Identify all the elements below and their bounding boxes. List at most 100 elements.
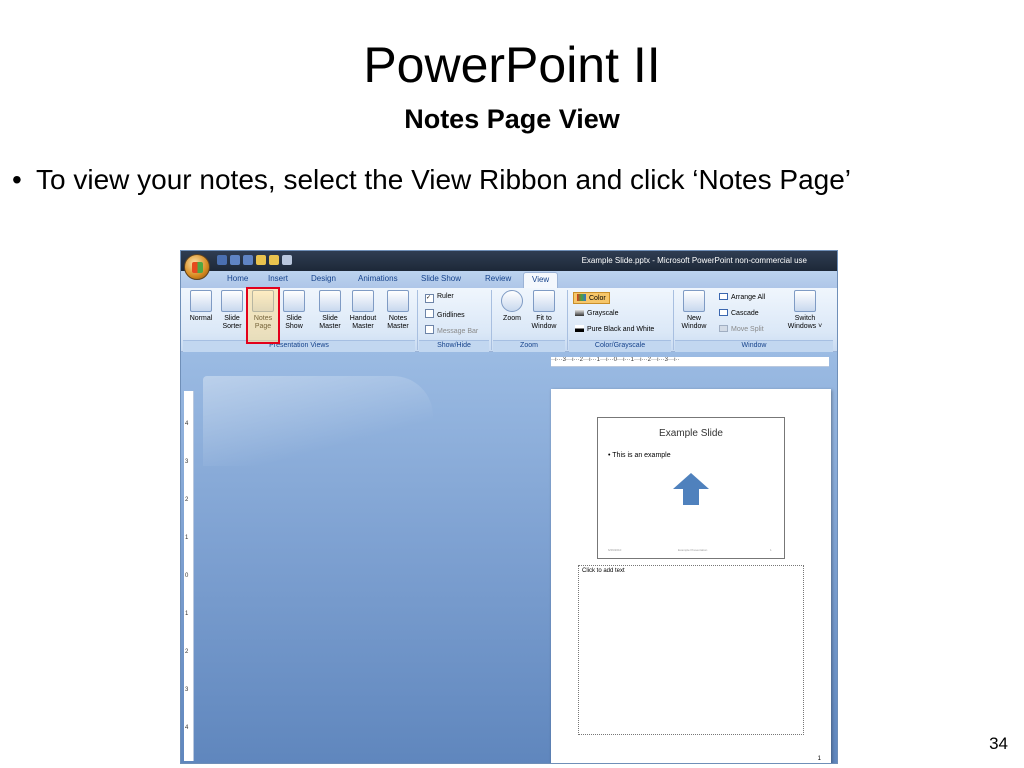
cascade-icon [719, 309, 728, 316]
ruler-number: 0 [185, 573, 189, 579]
button-label: Fit to [536, 315, 552, 322]
tab-slide-show[interactable]: Slide Show [421, 274, 461, 283]
button-label: Normal [189, 315, 213, 322]
tab-review[interactable]: Review [485, 274, 511, 283]
button-label: Slide [322, 315, 338, 322]
slide-thumbnail[interactable]: Example Slide • This is an example 6/29/… [597, 417, 785, 559]
print-icon[interactable] [282, 255, 292, 265]
black-white-swatch-icon [575, 325, 584, 332]
arrange-all-label: Arrange All [731, 294, 766, 301]
redo-icon[interactable] [243, 255, 253, 265]
button-label-line2: Sorter [222, 323, 242, 330]
new-window-button[interactable]: New Window [679, 290, 709, 340]
new-window-icon [683, 290, 705, 312]
normal-view-icon [190, 290, 212, 312]
ruler-number: 3 [185, 687, 189, 693]
notes-text-area[interactable]: Click to add text [578, 565, 804, 735]
slide-subtitle: Notes Page View [404, 104, 620, 134]
slide-sorter-button[interactable]: Slide Sorter [217, 290, 247, 340]
slide-master-button[interactable]: Slide Master [315, 290, 345, 340]
message-bar-label: Message Bar [437, 328, 479, 335]
ruler-label: Ruler [437, 293, 454, 300]
zoom-button[interactable]: Zoom [497, 290, 527, 340]
notes-page-highlight-box [246, 287, 280, 344]
title-bar: Example Slide.pptx - Microsoft PowerPoin… [181, 251, 837, 271]
group-separator [567, 290, 568, 350]
normal-view-button[interactable]: Normal [186, 290, 216, 340]
ruler-number: 4 [185, 421, 189, 427]
slide-show-icon [283, 290, 305, 312]
button-label-line2: Master [352, 323, 374, 330]
button-label-line2: Window [531, 323, 557, 330]
button-label: Slide [224, 315, 240, 322]
move-split-icon [719, 325, 728, 332]
tab-insert[interactable]: Insert [268, 274, 288, 283]
button-label-line2: Master [319, 323, 341, 330]
handout-master-icon [352, 290, 374, 312]
color-label: Color [589, 295, 606, 302]
gridlines-label: Gridlines [437, 312, 465, 319]
button-label: Handout [349, 315, 377, 322]
grayscale-swatch-icon [575, 309, 584, 316]
pure-black-white-button[interactable]: Pure Black and White [575, 325, 654, 333]
button-label: Switch [794, 315, 816, 322]
fit-to-window-icon [533, 290, 555, 312]
group-label-zoom: Zoom [493, 340, 565, 352]
group-label-show-hide: Show/Hide [419, 340, 489, 352]
group-separator [417, 290, 418, 350]
ruler-checkbox[interactable]: ✓ Ruler [425, 293, 454, 303]
group-separator [491, 290, 492, 350]
tab-animations[interactable]: Animations [358, 274, 398, 283]
button-label: Notes [388, 315, 408, 322]
thumbnail-footer-date: 6/29/2010 [608, 548, 622, 552]
gridlines-checkbox[interactable]: Gridlines [425, 309, 465, 319]
notes-placeholder: Click to add text [582, 568, 625, 574]
ruler-number: 4 [185, 725, 189, 731]
button-label-line2: Window [681, 323, 707, 330]
fit-to-window-button[interactable]: Fit to Window [529, 290, 559, 340]
slide-number: 34 [989, 734, 1008, 753]
thumbnail-footer-number: 1 [770, 548, 772, 552]
save-icon[interactable] [217, 255, 227, 265]
thumbnail-title: Example Slide [659, 428, 723, 439]
tab-view[interactable]: View [523, 272, 559, 288]
undo-icon[interactable] [230, 255, 240, 265]
button-label-line2: Master [387, 323, 409, 330]
color-button[interactable]: Color [573, 292, 610, 304]
thumbnail-footer-center: Example Presentation [678, 548, 708, 552]
cascade-label: Cascade [731, 310, 759, 317]
notes-master-button[interactable]: Notes Master [383, 290, 413, 340]
button-label: New [686, 315, 701, 322]
ruler-number: 2 [185, 649, 189, 655]
bullet-marker: • [12, 164, 22, 195]
grayscale-button[interactable]: Grayscale [575, 309, 619, 317]
cascade-button[interactable]: Cascade [719, 309, 759, 317]
folder-icon[interactable] [269, 255, 279, 265]
thumbnail-bullet: • This is an example [608, 452, 671, 459]
tab-home[interactable]: Home [227, 274, 248, 283]
tab-design[interactable]: Design [311, 274, 336, 283]
notes-master-icon [387, 290, 409, 312]
handout-master-button[interactable]: Handout Master [348, 290, 378, 340]
ruler-number: 3 [185, 459, 189, 465]
slide-show-button[interactable]: Slide Show [279, 290, 309, 340]
open-folder-icon[interactable] [256, 255, 266, 265]
switch-windows-button[interactable]: Switch Windows ˅ [785, 290, 825, 340]
button-label-line2: Show [285, 323, 303, 330]
move-split-button: Move Split [719, 325, 764, 333]
check-icon: ✓ [425, 294, 434, 303]
move-split-label: Move Split [731, 326, 764, 333]
up-arrow-shape [673, 473, 709, 505]
slide-title: PowerPoint II [363, 37, 661, 93]
ruler-number: 2 [185, 497, 189, 503]
powerpoint-screenshot: Example Slide.pptx - Microsoft PowerPoin… [180, 250, 838, 764]
grayscale-label: Grayscale [587, 310, 619, 317]
quick-access-toolbar [217, 255, 292, 265]
group-separator [673, 290, 674, 350]
group-label-window: Window [675, 340, 833, 352]
color-swatch-icon [577, 294, 586, 301]
office-button-icon[interactable] [184, 254, 210, 280]
arrange-all-button[interactable]: Arrange All [719, 293, 765, 301]
button-label: Slide [286, 315, 302, 322]
group-label-presentation-views: Presentation Views [183, 340, 415, 352]
